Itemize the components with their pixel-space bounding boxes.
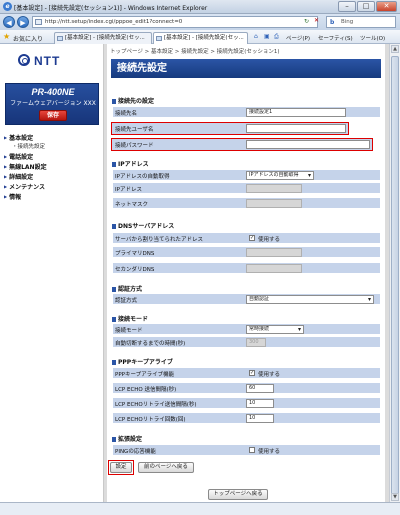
section-ip: IPアドレス <box>112 159 149 168</box>
section-connection: 接続先の設定 <box>112 96 154 105</box>
username-label: 接続先ユーザ名 <box>115 127 154 133</box>
ie-logo-icon: e <box>3 2 12 11</box>
echo-retry-count-label: LCP ECHOリトライ回数(回) <box>115 417 186 423</box>
auth-label: 認証方式 <box>115 298 138 304</box>
favorites-bar: ★ お気に入り [基本設定] - [接続先設定(セッ... [基本設定] - [… <box>0 30 400 44</box>
close-button[interactable]: ✕ <box>376 1 397 12</box>
favorites-label[interactable]: お気に入り <box>13 34 43 43</box>
section-mode: 接続モード <box>112 314 148 323</box>
ping-label: PINGの応答機能 <box>115 449 156 455</box>
dns2-label: セカンダリDNS <box>115 267 155 273</box>
safety-menu[interactable]: セーフティ(S) <box>318 34 353 42</box>
auth-select[interactable]: 自動認証 <box>246 295 374 304</box>
page-title: 接続先設定 <box>111 59 381 78</box>
address-bar-row: ◀ ▶ http://ntt.setup/index.cgi/pppoe_edi… <box>0 14 400 30</box>
dns2-input[interactable] <box>246 264 302 273</box>
dns1-input[interactable] <box>246 248 302 257</box>
echo-retry-interval-input[interactable]: 10 <box>246 399 274 408</box>
stop-icon[interactable]: ✕ <box>314 17 319 24</box>
vertical-scrollbar[interactable]: ▲ ▼ <box>389 44 400 502</box>
ping-checkbox[interactable] <box>249 447 255 453</box>
page-icon <box>35 19 42 25</box>
password-input[interactable] <box>246 140 370 149</box>
status-bar <box>0 502 400 515</box>
mask-label: ネットマスク <box>115 202 149 208</box>
minimize-button[interactable]: – <box>338 1 356 12</box>
home-icon[interactable]: ⌂ <box>254 33 258 40</box>
keepalive-label: PPPキープアライブ機能 <box>115 372 175 378</box>
ip-label: IPアドレス <box>115 187 142 193</box>
password-label: 接続パスワード <box>115 143 154 149</box>
scroll-thumb[interactable] <box>391 56 399 496</box>
scroll-up-icon[interactable]: ▲ <box>391 45 399 53</box>
echo-interval-label: LCP ECHO 送信間隔(秒) <box>115 387 177 393</box>
bing-icon: b <box>330 19 335 26</box>
tab-page-icon <box>156 36 162 41</box>
ping-use-label: 使用する <box>258 449 281 455</box>
sidebar-item-maintenance[interactable]: メンテナンス <box>4 182 45 191</box>
dns1-label: プライマリDNS <box>115 251 155 257</box>
section-auth: 認証方式 <box>112 284 142 293</box>
disconnect-input[interactable]: 300 <box>246 338 266 347</box>
sidebar-item-basic[interactable]: 基本設定 <box>4 133 33 142</box>
ip-auto-select[interactable]: IPアドレスの自動取得 <box>246 171 314 180</box>
firmware-version: ファームウェアバージョン XXX <box>10 100 96 107</box>
tools-menu[interactable]: ツール(O) <box>360 34 385 42</box>
section-ext: 拡張設定 <box>112 434 142 443</box>
feeds-icon[interactable]: ▣ <box>264 33 270 40</box>
disconnect-label: 自動切断するまでの時間(秒) <box>115 341 186 347</box>
section-ppp: PPPキープアライブ <box>112 357 173 366</box>
echo-interval-input[interactable]: 60 <box>246 384 274 393</box>
favorites-star-icon[interactable]: ★ <box>3 32 10 41</box>
ntt-logo-icon <box>18 54 30 66</box>
browser-tab-2[interactable]: [基本設定] - [接続先設定(セッ... <box>153 32 248 44</box>
top-page-button[interactable]: トップページへ戻る <box>208 489 268 500</box>
mask-input[interactable] <box>246 199 302 208</box>
search-input[interactable]: b Bing <box>326 16 396 28</box>
keepalive-checkbox[interactable]: ✓ <box>249 370 255 376</box>
sidebar-item-phone[interactable]: 電話設定 <box>4 152 33 161</box>
ip-auto-label: IPアドレスの自動取得 <box>115 174 170 180</box>
maximize-button[interactable]: □ <box>357 1 375 12</box>
dns-auto-checkbox[interactable]: ✓ <box>249 235 255 241</box>
model-panel: PR-400NE ファームウェアバージョン XXX 保存 <box>5 83 99 125</box>
conn-name-label: 接続先名 <box>115 111 138 117</box>
refresh-icon[interactable]: ↻ <box>304 18 309 25</box>
page-menu[interactable]: ページ(P) <box>286 34 310 42</box>
username-input[interactable] <box>246 124 346 133</box>
conn-name-input[interactable]: 接続設定1 <box>246 108 346 117</box>
save-button[interactable]: 保存 <box>39 110 67 121</box>
window-titlebar: e [基本設定] - [接続先設定(セッション1)] - Windows Int… <box>0 0 400 14</box>
back-page-button[interactable]: 前のページへ戻る <box>138 462 194 473</box>
mode-label: 接続モード <box>115 328 143 334</box>
model-name: PR-400NE <box>31 87 75 97</box>
sidebar-item-wlan[interactable]: 無線LAN設定 <box>4 162 47 171</box>
dns-auto-use-label: 使用する <box>258 237 281 243</box>
breadcrumb: トップページ > 基本設定 > 接続先設定 > 接続先設定(セッション1) <box>110 49 280 55</box>
window-title: [基本設定] - [接続先設定(セッション1)] - Windows Inter… <box>14 5 208 12</box>
sidebar-item-advanced[interactable]: 詳細設定 <box>4 172 33 181</box>
tab-page-icon <box>57 36 63 41</box>
echo-retry-count-input[interactable]: 10 <box>246 414 274 423</box>
section-dns: DNSサーバアドレス <box>112 221 174 230</box>
forward-nav-icon[interactable]: ▶ <box>17 16 29 28</box>
sidebar-subitem-connection[interactable]: ・接続先設定 <box>12 142 45 150</box>
back-nav-icon[interactable]: ◀ <box>3 16 15 28</box>
print-icon[interactable]: ⎙ <box>274 33 279 41</box>
ip-input[interactable] <box>246 184 302 193</box>
url-input[interactable]: http://ntt.setup/index.cgi/pppoe_edit1?c… <box>32 16 318 28</box>
set-button[interactable]: 設定 <box>110 462 132 473</box>
scroll-down-icon[interactable]: ▼ <box>391 493 399 501</box>
browser-tab-1[interactable]: [基本設定] - [接続先設定(セッ... <box>54 32 152 44</box>
mode-select[interactable]: 常時接続 <box>246 325 304 334</box>
echo-retry-interval-label: LCP ECHOリトライ送信間隔(秒) <box>115 402 197 408</box>
dns-auto-label: サーバから割り当てられたアドレス <box>115 237 203 243</box>
keepalive-use-label: 使用する <box>258 372 281 378</box>
sidebar-item-info[interactable]: 情報 <box>4 192 21 201</box>
